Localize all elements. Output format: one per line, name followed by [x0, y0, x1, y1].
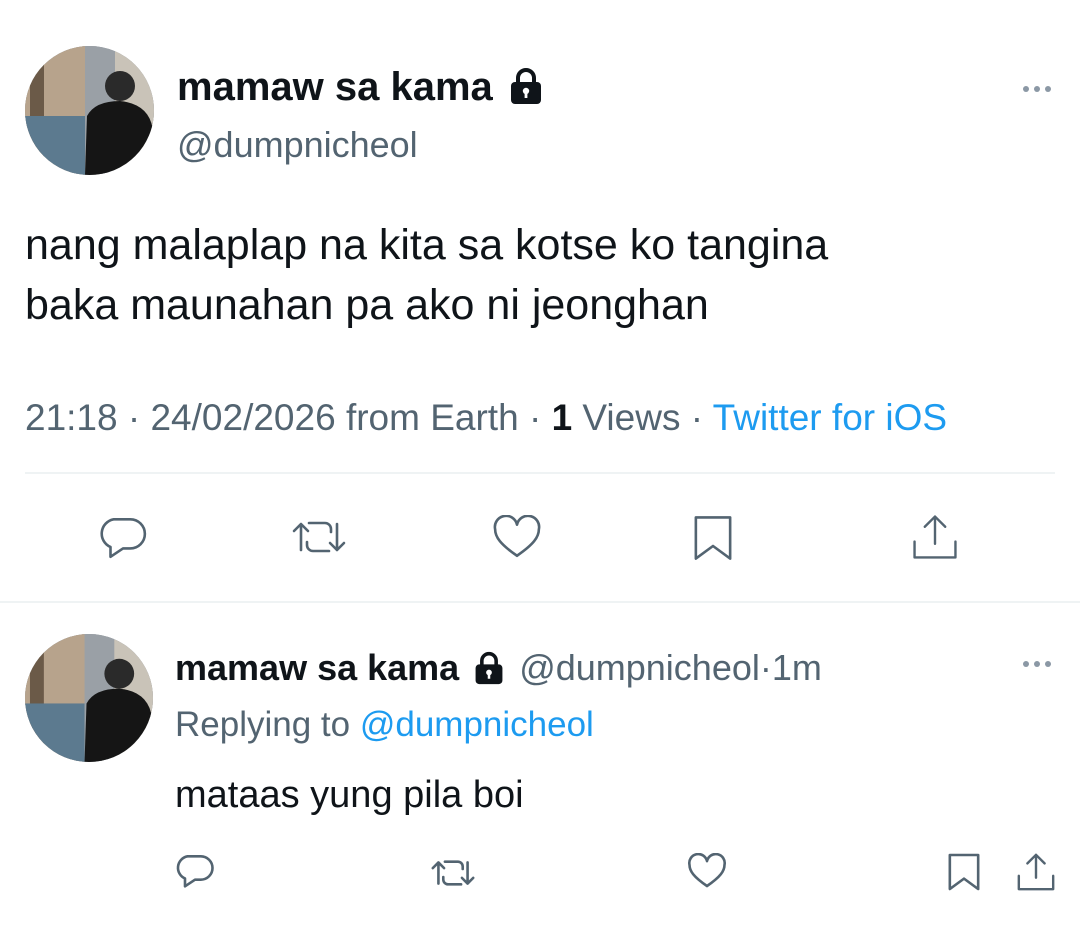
display-name-text[interactable]: mamaw sa kama — [177, 64, 493, 110]
lock-icon — [509, 67, 543, 105]
meta-separator: · — [680, 397, 713, 438]
replying-to: Replying to @dumpnicheol — [175, 704, 594, 746]
handle[interactable]: @dumpnicheol — [519, 646, 760, 690]
lock-icon — [473, 651, 505, 685]
tweet-date-location[interactable]: 24/02/2026 from Earth — [150, 397, 518, 438]
divider — [25, 472, 1055, 474]
handle[interactable]: @dumpnicheol — [177, 124, 418, 166]
reply-text: mataas yung pila boi — [175, 774, 524, 816]
replying-to-label: Replying to — [175, 705, 360, 744]
reply-icon[interactable] — [175, 852, 215, 889]
reply-time[interactable]: 1m — [772, 646, 822, 690]
tweet-time[interactable]: 21:18 — [25, 397, 118, 438]
reply-header: mamaw sa kama @dumpnicheol · 1m — [175, 646, 822, 690]
display-name[interactable]: mamaw sa kama — [175, 646, 459, 690]
meta-separator: · — [117, 397, 151, 438]
more-dots-icon[interactable] — [1023, 661, 1051, 667]
bookmark-icon[interactable] — [692, 514, 734, 562]
display-name[interactable]: mamaw sa kama — [177, 64, 543, 110]
replying-to-handle[interactable]: @dumpnicheol — [360, 705, 594, 744]
share-icon[interactable] — [1015, 851, 1057, 893]
more-dots-icon[interactable] — [1023, 86, 1051, 92]
share-icon[interactable] — [910, 512, 960, 562]
like-icon[interactable] — [687, 853, 727, 889]
tweet-text-line: nang malaplap na kita sa kotse ko tangin… — [25, 221, 829, 269]
avatar[interactable] — [25, 46, 154, 175]
meta-separator: · — [759, 647, 772, 688]
tweet-text-line: baka maunahan pa ako ni jeonghan — [25, 281, 709, 329]
meta-separator: · — [518, 397, 552, 438]
bookmark-icon[interactable] — [947, 852, 981, 892]
views-count[interactable]: 1 — [552, 397, 573, 438]
tweet-text: nang malaplap na kita sa kotse ko tangin… — [25, 215, 828, 335]
retweet-icon[interactable] — [291, 516, 347, 558]
views-label[interactable]: Views — [572, 397, 680, 438]
avatar[interactable] — [25, 634, 153, 762]
tweet-source[interactable]: Twitter for iOS — [713, 397, 947, 438]
like-icon[interactable] — [492, 515, 542, 559]
reply-icon[interactable] — [98, 514, 148, 560]
tweet-meta: 21:18 · 24/02/2026 from Earth · 1 Views … — [25, 396, 947, 440]
retweet-icon[interactable] — [430, 856, 476, 890]
section-divider — [0, 601, 1080, 603]
